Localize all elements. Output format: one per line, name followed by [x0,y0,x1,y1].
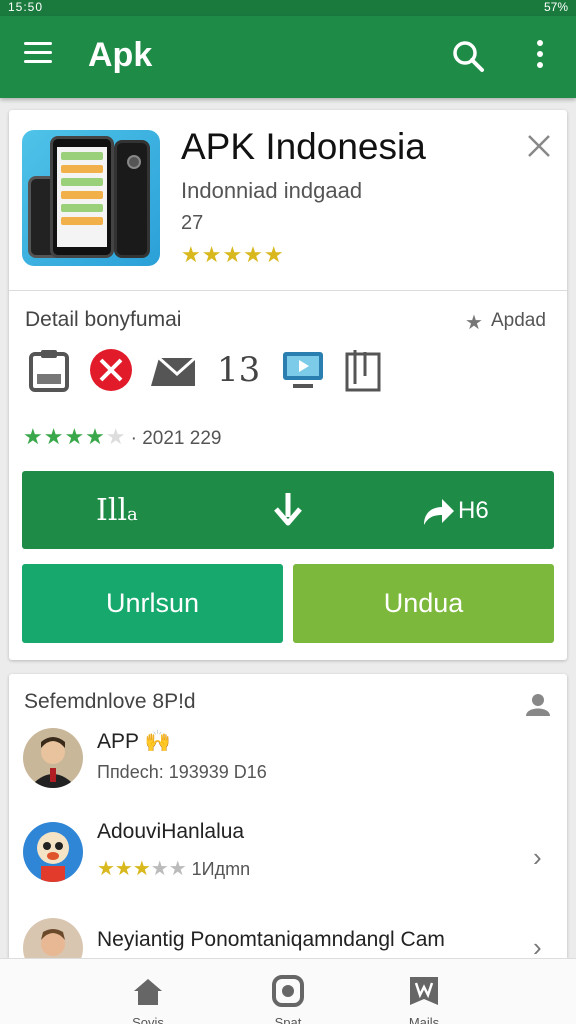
nav-search-label[interactable]: Spat [248,1015,328,1024]
search-icon[interactable] [450,38,486,74]
rating-stars-filled: ★★★★ [23,424,106,449]
app-count: 27 [181,212,204,234]
list-item-title[interactable]: Neyiantig Ponomtaniqamndangl Cam [97,928,445,952]
uninstall-button[interactable]: Unrlsun [22,564,283,643]
app-rating-stars: ★★★★★ [181,242,285,268]
status-time: 15:50 [8,0,44,14]
avatar[interactable] [23,822,83,882]
bottom-navigation: Sovis Spat Mails [0,958,576,1024]
open-button[interactable]: Undua [293,564,554,643]
avatar[interactable] [23,728,83,788]
apply-label[interactable]: Apdad [491,310,546,332]
menu-icon[interactable] [24,42,54,68]
nav-library-label[interactable]: Mails [384,1015,464,1024]
app-bar: Apk [0,16,576,98]
divider [9,290,567,291]
details-title: Detail bonyfumai [25,308,182,331]
app-detail-card: APK Indonesia Indonniad indgaad 27 ★★★★★… [9,110,567,660]
home-icon[interactable] [130,973,166,1009]
rating-date: · 2021 229 [130,428,222,449]
app-subtitle: Indonniad indgaad [181,178,363,203]
download-button-left-label: Illa [96,493,138,528]
tv-icon[interactable] [279,346,327,394]
similar-title: Sefemdnlove 8P!d [24,690,196,713]
search-nav-icon[interactable] [270,973,306,1009]
more-options-icon[interactable] [530,40,550,74]
clipboard-icon[interactable] [25,346,73,394]
app-icon [22,130,160,266]
status-bar: 15:50 57% [0,0,576,16]
status-battery: 57% [543,0,568,14]
close-icon[interactable] [525,132,553,160]
rating-stars-empty: ★ [105,424,127,449]
app-name: APK Indonesia [181,126,426,167]
book-icon[interactable] [339,346,387,394]
library-icon[interactable] [406,973,442,1009]
list-item-rating: ★★★★★ 1Идmn [97,858,251,880]
share-icon [424,499,454,525]
download-button[interactable]: Illa H6 [22,471,554,549]
nav-home-label[interactable]: Sovis [108,1015,188,1024]
star-icon[interactable]: ★ [465,310,483,335]
rating-stars: ★★★★★ [181,242,285,267]
download-button-right-label: H6 [458,497,489,524]
person-icon[interactable] [525,692,551,716]
mail-icon[interactable] [149,346,197,394]
list-item-title[interactable]: AdouviHanlalua [97,820,244,844]
list-item-subtitle: Ппdесh: 193939 D16 [97,762,267,782]
app-bar-title: Apk [88,36,153,74]
calendar-icon[interactable]: 13 [217,346,265,394]
list-item-title[interactable]: APP 🙌 [97,730,171,754]
close-circle-icon[interactable] [87,346,135,394]
similar-apps-card: Sefemdnlove 8P!d APP 🙌 Ппdесh: 193939 D1… [9,674,567,978]
download-arrow-icon [274,493,302,526]
chevron-right-icon[interactable]: › [533,842,542,873]
rating-row: ★★★★★ · 2021 229 [23,424,221,450]
